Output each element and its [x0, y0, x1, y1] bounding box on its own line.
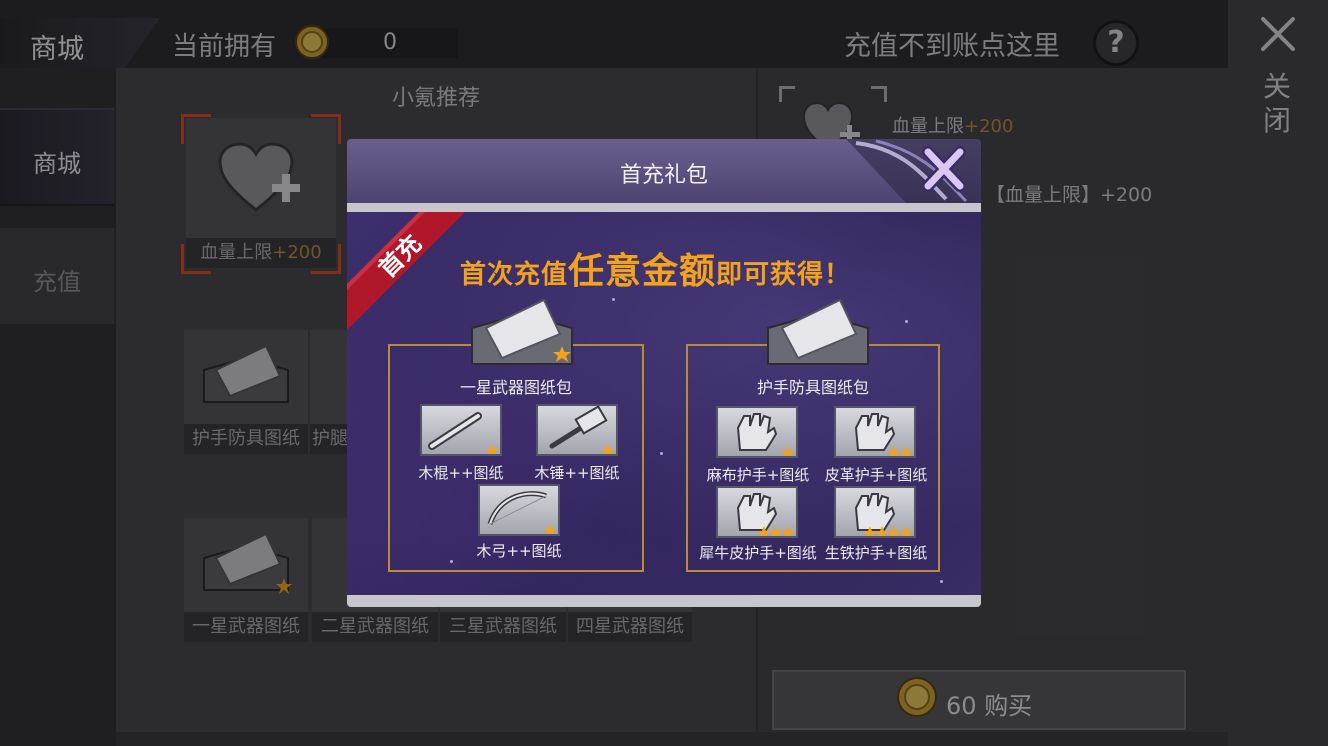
item-label: 木锤++图纸 — [534, 464, 620, 482]
modal-separator — [347, 203, 981, 212]
bow-icon — [487, 491, 557, 536]
weapon-blueprint-tile[interactable] — [420, 404, 502, 456]
promo-headline: 首次充值任意金额即可获得！ — [460, 251, 852, 292]
modal-title: 首充礼包 — [619, 163, 708, 188]
pack-title: 一星武器图纸包 — [459, 378, 572, 397]
sparkle — [660, 452, 663, 455]
gauntlet-icon — [736, 413, 795, 458]
weapon-blueprint-tile[interactable] — [478, 484, 560, 536]
blueprint-box-icon — [471, 298, 573, 365]
item-label: 生铁护手+图纸 — [824, 544, 928, 562]
sparkle — [940, 580, 943, 583]
blueprint-box-icon — [767, 298, 869, 365]
item-label: 犀牛皮护手+图纸 — [699, 544, 817, 562]
item-label: 皮革护手+图纸 — [824, 466, 928, 484]
pack-title: 护手防具图纸包 — [756, 378, 869, 397]
gauntlet-blueprint-tile[interactable] — [834, 406, 916, 458]
gauntlet-blueprint-tile[interactable] — [834, 486, 916, 538]
gauntlet-icon — [854, 413, 913, 458]
item-label: 木弓++图纸 — [476, 542, 562, 560]
gauntlet-icon — [854, 493, 913, 538]
club-icon — [428, 412, 499, 456]
close-icon[interactable] — [918, 144, 970, 194]
sparkle — [612, 298, 615, 301]
hammer-icon — [549, 405, 615, 456]
gauntlet-blueprint-tile[interactable] — [716, 406, 798, 458]
item-label: 木棍++图纸 — [418, 464, 504, 482]
gauntlet-blueprint-tile[interactable] — [716, 486, 798, 538]
sparkle — [905, 320, 908, 323]
item-label: 麻布护手+图纸 — [706, 466, 810, 484]
gauntlet-icon — [736, 493, 795, 538]
modal-bottom-border — [347, 595, 981, 607]
weapon-blueprint-tile[interactable] — [536, 404, 618, 456]
